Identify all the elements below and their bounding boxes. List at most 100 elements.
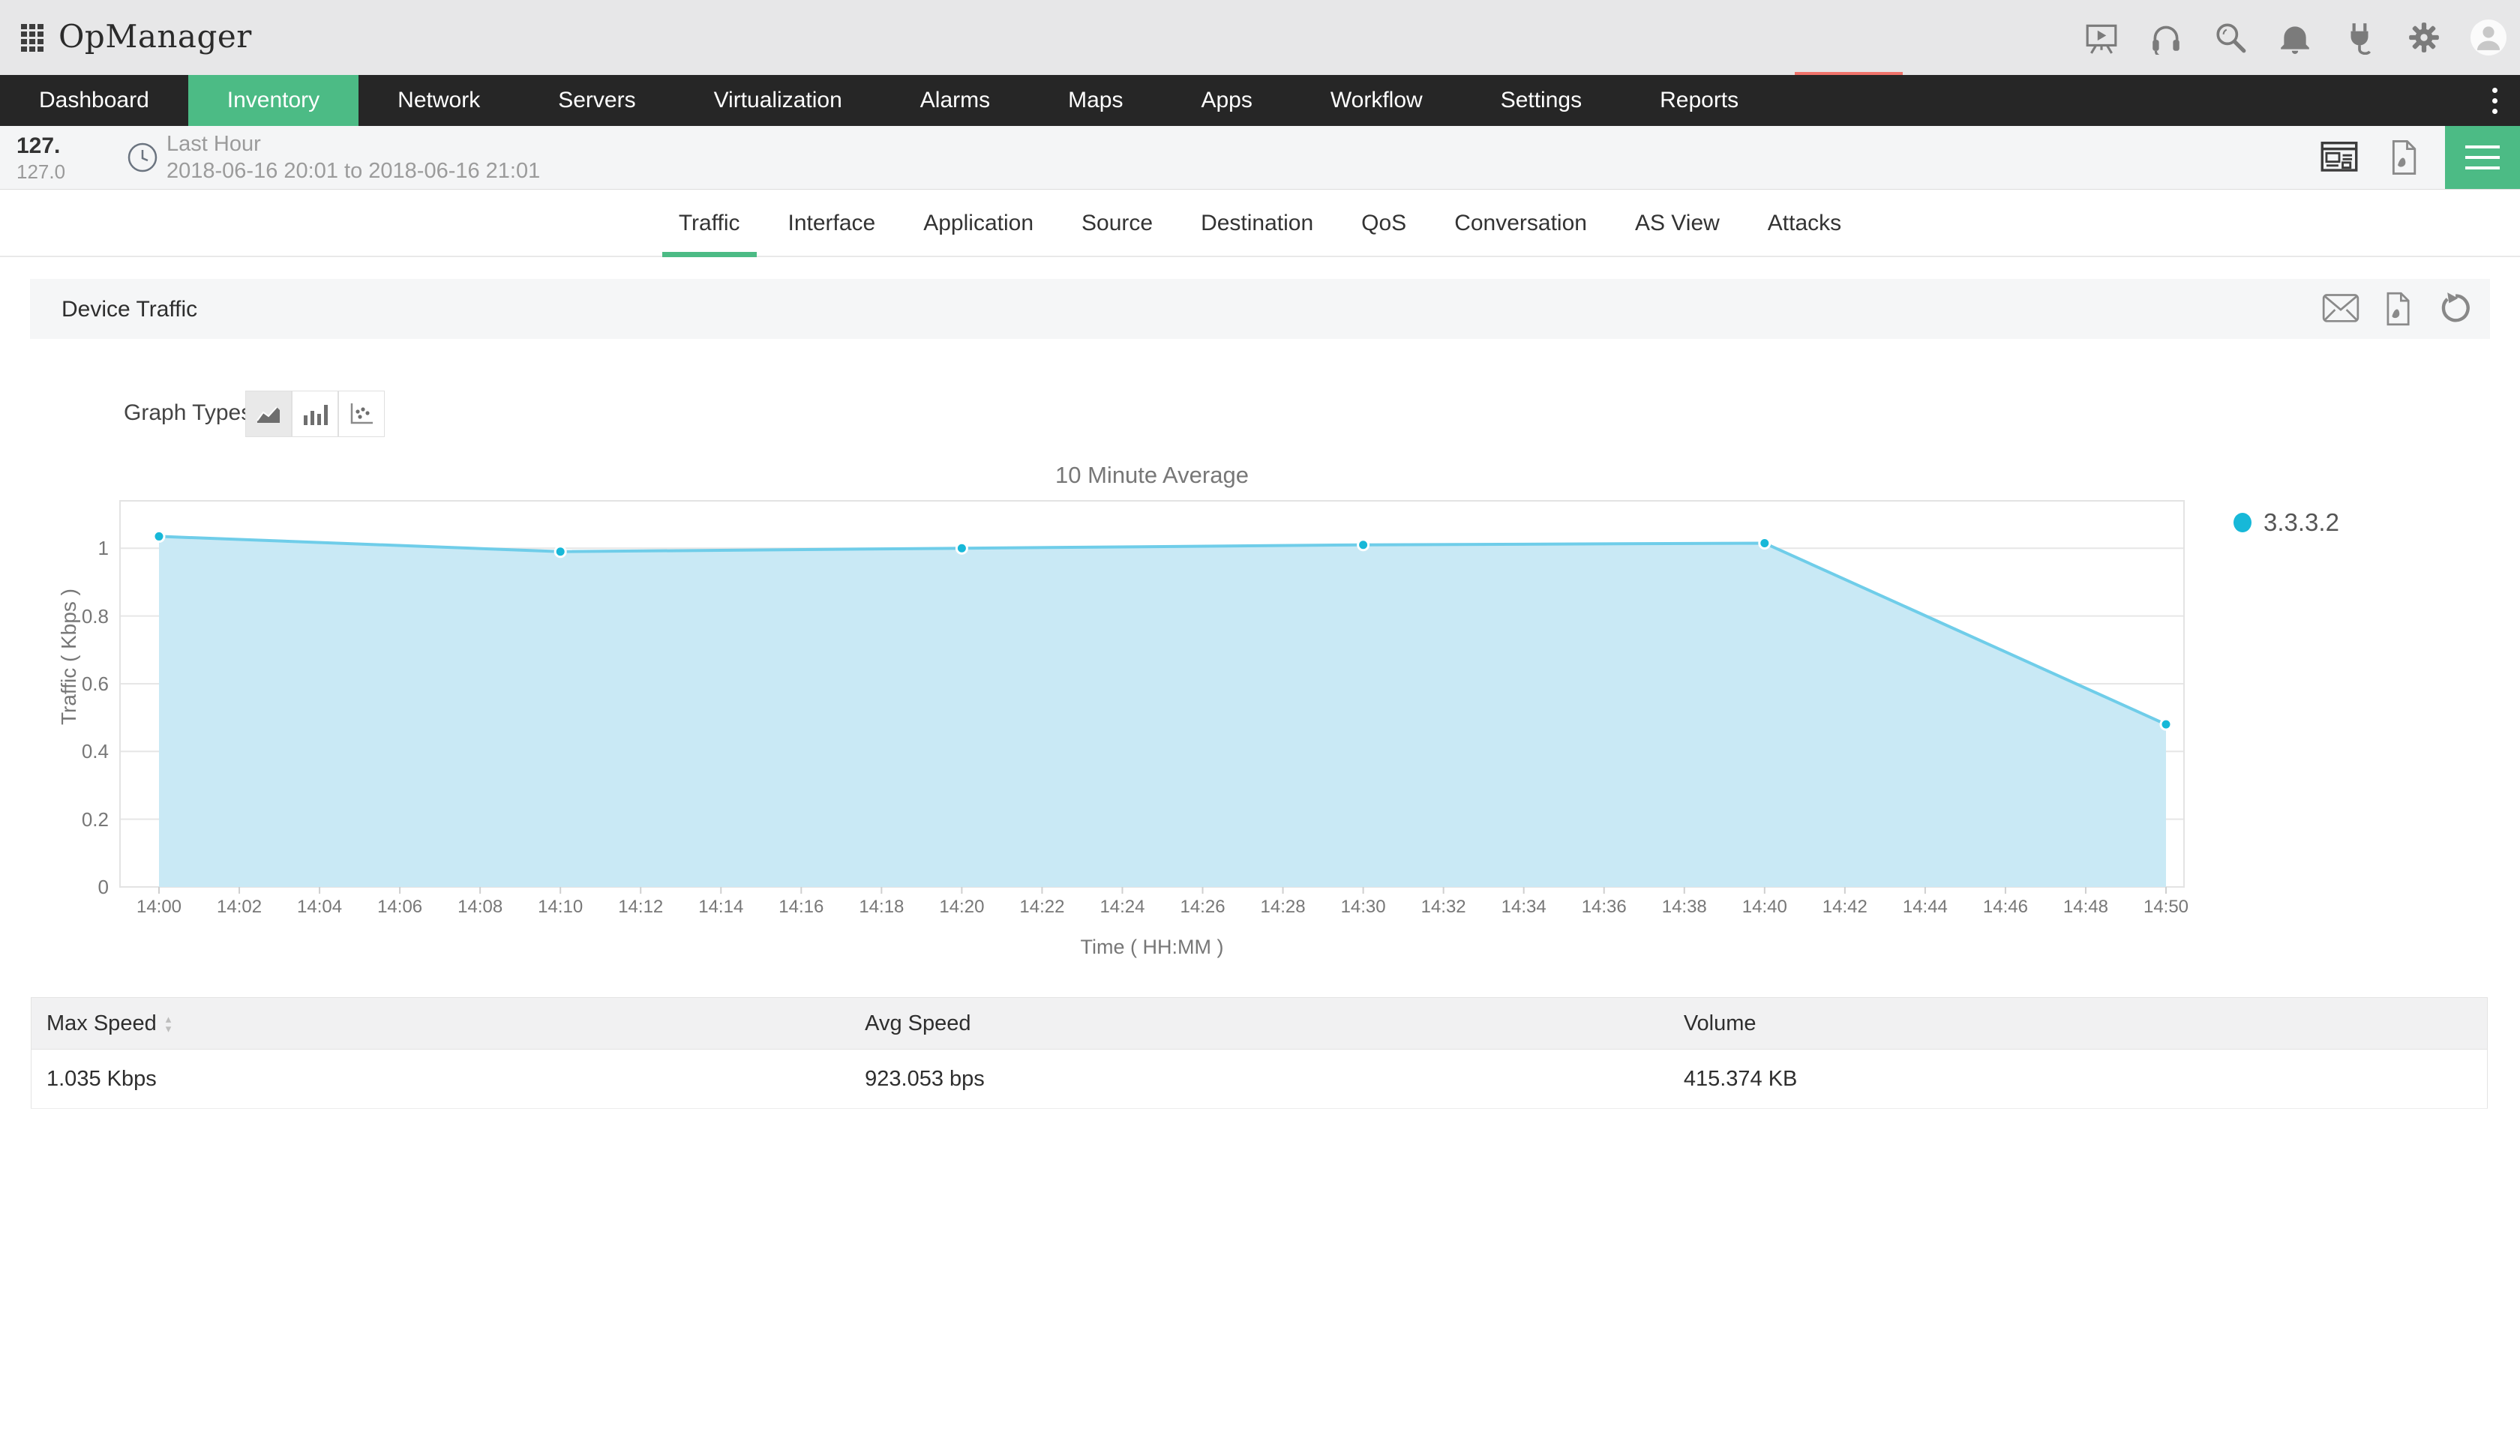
nav-item-dashboard[interactable]: Dashboard [0, 75, 188, 126]
x-tick-label: 14:34 [1486, 897, 1562, 918]
time-range-value: 2018-06-16 20:01 to 2018-06-16 21:01 [166, 159, 540, 184]
y-axis-title: Traffic ( Kbps ) [57, 567, 81, 747]
x-tick-label: 14:08 [442, 897, 518, 918]
graph-type-switcher [245, 391, 385, 437]
y-tick-label: 1 [56, 537, 109, 560]
x-tick-label: 14:00 [122, 897, 196, 918]
time-range-label[interactable]: Last Hour [166, 132, 261, 157]
device-traffic-panel-header: Device Traffic [30, 279, 2490, 339]
report-tabs: Traffic Interface Application Source Destina… [0, 191, 2520, 257]
nav-overflow-menu-icon[interactable] [2480, 75, 2510, 126]
panel-icon-bar [2322, 279, 2474, 339]
y-tick-label: 0.8 [56, 605, 109, 628]
tab-attacks[interactable]: Attacks [1760, 211, 1849, 256]
table-cell: 923.053 bps [850, 1050, 1669, 1109]
nav-item-alarms[interactable]: Alarms [881, 75, 1029, 126]
x-tick-label: 14:14 [683, 897, 758, 918]
x-tick-label: 14:40 [1727, 897, 1802, 918]
tab-conversation[interactable]: Conversation [1447, 211, 1594, 256]
x-tick-label: 14:42 [1808, 897, 1882, 918]
device-sub-header: 127. 127.0 Last Hour 2018-06-16 20:01 to… [0, 126, 2520, 190]
x-axis-title: Time ( HH:MM ) [120, 936, 2184, 959]
column-header-avg-speed[interactable]: Avg Speed [850, 998, 1669, 1050]
x-tick-label: 14:12 [603, 897, 678, 918]
graph-types-label: Graph Types [124, 400, 252, 426]
tab-traffic[interactable]: Traffic [671, 211, 748, 256]
y-tick-label: 0.4 [56, 740, 109, 763]
subheader-icon-bar [2320, 126, 2422, 189]
graph-type-bar-button[interactable] [292, 391, 338, 437]
panel-title: Device Traffic [62, 297, 197, 322]
chart-legend[interactable]: 3.3.3.2 [2234, 508, 2339, 537]
sort-arrows-icon[interactable]: ▴▾ [166, 1014, 172, 1034]
nav-item-virtualization[interactable]: Virtualization [675, 75, 881, 126]
tab-source[interactable]: Source [1074, 211, 1160, 256]
traffic-area-chart[interactable] [120, 501, 2184, 887]
table-row: 1.035 Kbps923.053 bps415.374 KB [32, 1050, 2488, 1109]
user-avatar[interactable] [2470, 19, 2506, 55]
tab-application[interactable]: Application [916, 211, 1041, 256]
graph-type-scatter-button[interactable] [338, 391, 385, 437]
column-header-volume[interactable]: Volume [1669, 998, 2488, 1050]
refresh-icon[interactable] [2436, 290, 2474, 328]
x-tick-label: 14:06 [362, 897, 437, 918]
report-layout-icon[interactable] [2320, 139, 2358, 176]
x-tick-label: 14:32 [1406, 897, 1481, 918]
top-header: OpManager [0, 0, 2520, 75]
nav-item-settings[interactable]: Settings [1462, 75, 1621, 126]
y-tick-label: 0 [56, 876, 109, 899]
tab-destination[interactable]: Destination [1193, 211, 1321, 256]
tab-interface[interactable]: Interface [781, 211, 884, 256]
x-tick-label: 14:20 [924, 897, 999, 918]
header-icon-bar [2084, 0, 2506, 75]
tab-qos[interactable]: QoS [1354, 211, 1414, 256]
legend-series-label: 3.3.3.2 [2264, 508, 2339, 537]
x-tick-label: 14:18 [844, 897, 919, 918]
graph-type-area-button[interactable] [245, 391, 292, 437]
legend-series-dot [2234, 513, 2252, 532]
email-icon[interactable] [2322, 290, 2360, 328]
nav-item-reports[interactable]: Reports [1621, 75, 1778, 126]
x-tick-label: 14:26 [1166, 897, 1240, 918]
nav-item-maps[interactable]: Maps [1029, 75, 1162, 126]
device-ip: 127.0 [16, 160, 65, 184]
app-logo: OpManager [58, 18, 252, 55]
x-tick-label: 14:02 [202, 897, 277, 918]
x-tick-label: 14:48 [2048, 897, 2123, 918]
notifications-bell-icon[interactable] [2277, 19, 2313, 55]
y-tick-label: 0.6 [56, 673, 109, 696]
nav-item-workflow[interactable]: Workflow [1292, 75, 1462, 126]
main-nav: DashboardInventoryNetworkServersVirtuali… [0, 75, 2520, 126]
opmanager-app: OpManager [0, 0, 2520, 1456]
app-launcher-grid-icon[interactable] [21, 24, 46, 54]
support-headset-icon[interactable] [2148, 19, 2184, 55]
nav-item-apps[interactable]: Apps [1162, 75, 1291, 126]
x-tick-label: 14:36 [1567, 897, 1642, 918]
nav-item-network[interactable]: Network [358, 75, 519, 126]
x-tick-label: 14:50 [2128, 897, 2204, 918]
x-tick-label: 14:44 [1888, 897, 1963, 918]
chart-title: 10 Minute Average [120, 462, 2184, 489]
hamburger-menu-button[interactable] [2445, 126, 2520, 189]
x-tick-label: 14:16 [764, 897, 838, 918]
tab-as-view[interactable]: AS View [1628, 211, 1727, 256]
pdf-export-icon[interactable] [2385, 139, 2422, 176]
settings-gear-icon[interactable] [2406, 19, 2442, 55]
addons-plug-icon[interactable] [2342, 19, 2378, 55]
y-tick-label: 0.2 [56, 808, 109, 831]
video-demo-icon[interactable] [2084, 19, 2120, 55]
x-tick-label: 14:38 [1647, 897, 1722, 918]
traffic-summary-table: Max Speed▴▾Avg SpeedVolume 1.035 Kbps923… [31, 997, 2488, 1109]
x-tick-label: 14:04 [282, 897, 357, 918]
column-header-max-speed[interactable]: Max Speed▴▾ [32, 998, 850, 1050]
nav-item-servers[interactable]: Servers [519, 75, 674, 126]
x-tick-label: 14:46 [1968, 897, 2043, 918]
table-cell: 1.035 Kbps [32, 1050, 850, 1109]
nav-item-inventory[interactable]: Inventory [188, 75, 358, 126]
x-tick-label: 14:10 [523, 897, 598, 918]
clock-icon[interactable] [126, 141, 159, 178]
x-tick-label: 14:28 [1246, 897, 1321, 918]
search-icon[interactable] [2212, 19, 2248, 55]
pdf-export-icon[interactable] [2379, 290, 2416, 328]
x-tick-label: 14:22 [1004, 897, 1079, 918]
